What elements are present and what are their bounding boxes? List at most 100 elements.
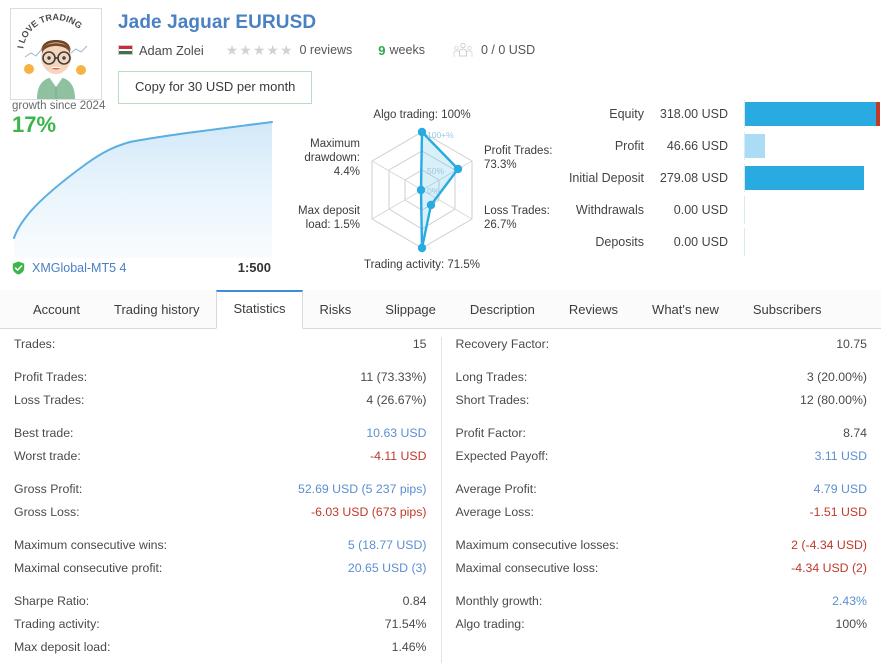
avatar-illustration: I LOVE TRADING xyxy=(11,9,101,99)
statistics-row: Trades:15 xyxy=(14,337,427,360)
meta-row: Adam Zolei ★★★★★ 0 reviews 9 weeks 0 / 0… xyxy=(118,40,881,60)
rating-stars: ★★★★★ xyxy=(226,43,294,57)
statistics-row: Maximal consecutive loss: -4.34 USD (2) xyxy=(456,561,868,584)
equity-row: Initial Deposit 279.08 USD xyxy=(556,164,881,192)
svg-text:Maximum: Maximum xyxy=(310,138,360,150)
statistics-row-value: 4.79 USD xyxy=(814,482,867,496)
equity-row-label: Profit xyxy=(556,139,656,153)
statistics-row-key: Maximum consecutive wins: xyxy=(14,538,167,552)
profile-header: I LOVE TRADING Jade Jaguar EURUSD xyxy=(0,0,881,100)
tab-trading-history[interactable]: Trading history xyxy=(97,291,217,329)
statistics-row: Maximum consecutive losses:2 (-4.34 USD) xyxy=(456,538,868,561)
statistics-row-key: Best trade: xyxy=(14,426,73,440)
statistics-row-gap xyxy=(14,584,427,594)
statistics-row-value: 12 (80.00%) xyxy=(800,393,867,407)
equity-row-label: Withdrawals xyxy=(556,203,656,217)
equity-row-bar xyxy=(744,228,881,256)
statistics-row-value: -1.51 USD xyxy=(810,505,867,519)
svg-text:Loss Trades:: Loss Trades: xyxy=(484,205,550,217)
equity-panel: Equity 318.00 USD Profit 46.66 USD Initi… xyxy=(556,100,881,285)
svg-text:Profit Trades:: Profit Trades: xyxy=(484,145,552,157)
broker-name[interactable]: XMGlobal-MT5 4 xyxy=(32,261,126,275)
statistics-row-value: 0.84 xyxy=(403,594,427,608)
equity-row: Equity 318.00 USD xyxy=(556,100,881,128)
equity-row: Withdrawals 0.00 USD xyxy=(556,196,881,224)
statistics-row: Max deposit load:1.46% xyxy=(14,640,427,663)
statistics-row-key: Gross Profit: xyxy=(14,482,82,496)
svg-text:0%: 0% xyxy=(427,186,440,196)
statistics-row-key: Short Trades: xyxy=(456,393,530,407)
statistics-row-value: 3 (20.00%) xyxy=(807,370,867,384)
statistics-row-key: Long Trades: xyxy=(456,370,528,384)
statistics-row-value: 10.63 USD xyxy=(366,426,426,440)
svg-text:100+%: 100+% xyxy=(427,130,454,140)
radar-chart-panel: 100+% 50% 0% Algo trading: 100% Profit T… xyxy=(288,102,556,282)
statistics-row: Algo trading:100% xyxy=(456,617,868,640)
svg-text:Algo trading: 100%: Algo trading: 100% xyxy=(373,109,470,121)
equity-row-bar xyxy=(744,164,881,192)
statistics-row: Short Trades: 12 (80.00%) xyxy=(456,393,868,416)
statistics-row: Worst trade:-4.11 USD xyxy=(14,449,427,472)
statistics-row: Sharpe Ratio:0.84 xyxy=(14,594,427,617)
svg-text:73.3%: 73.3% xyxy=(484,159,517,171)
tab-slippage[interactable]: Slippage xyxy=(368,291,453,329)
statistics-row-gap xyxy=(456,472,868,482)
statistics-row-key: Algo trading: xyxy=(456,617,525,631)
statistics-row: Best trade: 10.63 USD xyxy=(14,426,427,449)
tab-statistics[interactable]: Statistics xyxy=(216,290,302,329)
statistics-row-key: Recovery Factor: xyxy=(456,337,550,351)
statistics-row-value: 52.69 USD (5 237 pips) xyxy=(298,482,427,496)
author-name[interactable]: Adam Zolei xyxy=(139,43,204,58)
statistics-row-key: Maximal consecutive loss: xyxy=(456,561,599,575)
statistics-row-value: 8.74 xyxy=(843,426,867,440)
statistics-row-value: 1.46% xyxy=(392,640,427,654)
equity-row-value: 46.66 USD xyxy=(656,139,744,153)
svg-text:Trading activity: 71.5%: Trading activity: 71.5% xyxy=(364,259,480,271)
statistics-row: Profit Factor: 8.74 xyxy=(456,426,868,449)
statistics-row-value: 2 (-4.34 USD) xyxy=(791,538,867,552)
statistics-row-gap xyxy=(14,472,427,482)
statistics-row-key: Monthly growth: xyxy=(456,594,543,608)
statistics-row-gap xyxy=(456,584,868,594)
statistics-row-key: Trading activity: xyxy=(14,617,100,631)
tab-description[interactable]: Description xyxy=(453,291,552,329)
svg-text:load: 1.5%: load: 1.5% xyxy=(306,219,360,231)
statistics-row-value: 20.65 USD (3) xyxy=(348,561,427,575)
statistics-row-value: -4.34 USD (2) xyxy=(791,561,867,575)
statistics-row: Gross Profit: 52.69 USD (5 237 pips) xyxy=(14,482,427,505)
statistics-row: Long Trades: 3 (20.00%) xyxy=(456,370,868,393)
subscribers-value: 0 / 0 USD xyxy=(481,43,535,57)
equity-row-value: 318.00 USD xyxy=(656,107,744,121)
reviews-count[interactable]: 0 reviews xyxy=(300,43,353,57)
statistics-row-key: Profit Trades: xyxy=(14,370,87,384)
statistics-row-key: Expected Payoff: xyxy=(456,449,549,463)
statistics-row: Expected Payoff:3.11 USD xyxy=(456,449,868,472)
statistics-row-gap xyxy=(14,528,427,538)
tab-account[interactable]: Account xyxy=(16,291,97,329)
statistics-row-value: -4.11 USD xyxy=(370,449,427,463)
statistics-row-key: Profit Factor: xyxy=(456,426,526,440)
equity-row-bar xyxy=(744,196,881,224)
equity-row: Deposits 0.00 USD xyxy=(556,228,881,256)
verified-shield-icon xyxy=(12,261,25,275)
tab-risks[interactable]: Risks xyxy=(303,291,369,329)
avatar: I LOVE TRADING xyxy=(10,8,102,100)
equity-row-bar xyxy=(744,100,881,128)
tab-reviews[interactable]: Reviews xyxy=(552,291,635,329)
statistics-row-gap xyxy=(456,360,868,370)
statistics-table: Trades:15 Profit Trades: 11 (73.33%) Loss T… xyxy=(0,329,881,663)
statistics-row: Maximal consecutive profit:20.65 USD (3) xyxy=(14,561,427,584)
broker-row: XMGlobal-MT5 4 1:500 xyxy=(12,260,271,275)
statistics-row-key: Average Loss: xyxy=(456,505,534,519)
tab-bar: Account Trading history Statistics Risks… xyxy=(0,290,881,329)
equity-row-label: Initial Deposit xyxy=(556,171,656,185)
statistics-row: Maximum consecutive wins:5 (18.77 USD) xyxy=(14,538,427,561)
statistics-row: Gross Loss:-6.03 USD (673 pips) xyxy=(14,505,427,528)
growth-chart-panel[interactable]: growth since 2024 17% XMGlobal-MT5 4 1:5… xyxy=(0,100,285,285)
tab-whats-new[interactable]: What's new xyxy=(635,291,736,329)
svg-text:50%: 50% xyxy=(427,166,444,176)
statistics-row-key: Loss Trades: xyxy=(14,393,84,407)
summary-panels: growth since 2024 17% XMGlobal-MT5 4 1:5… xyxy=(0,100,881,290)
statistics-row-value: 11 (73.33%) xyxy=(360,370,426,384)
tab-subscribers[interactable]: Subscribers xyxy=(736,291,839,329)
